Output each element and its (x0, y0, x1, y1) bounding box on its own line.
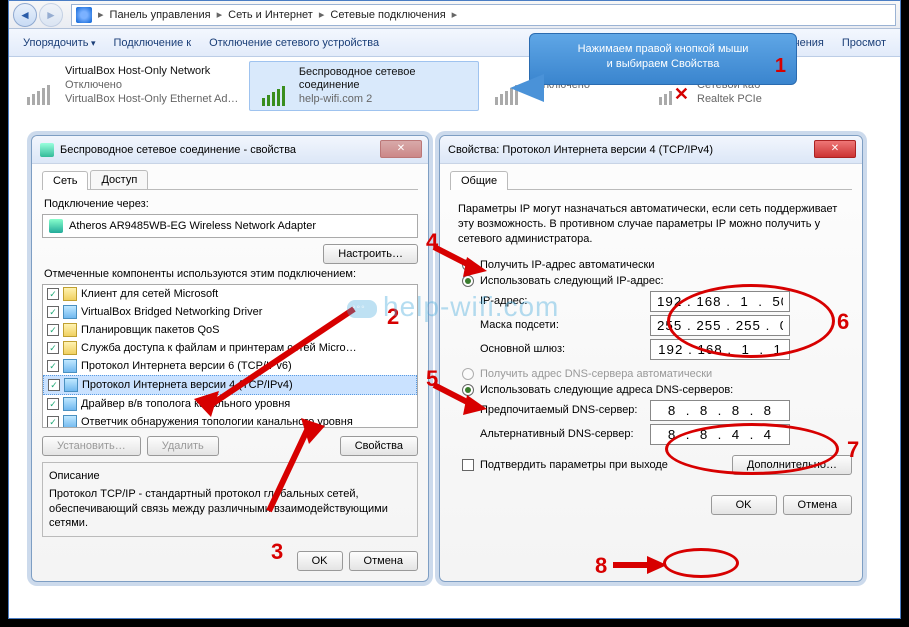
tab-general[interactable]: Общие (450, 171, 508, 190)
component-row-selected[interactable]: Протокол Интернета версии 4 (TCP/IPv4) (43, 375, 417, 395)
install-button[interactable]: Установить… (42, 436, 141, 456)
tabset: Сеть Доступ (42, 170, 418, 190)
crumb-2[interactable]: Сеть и Интернет (224, 9, 317, 21)
cancel-button[interactable]: Отмена (783, 495, 852, 515)
radio-icon (462, 259, 474, 271)
dialog-connection-properties: Беспроводное сетевое соединение - свойст… (31, 135, 429, 582)
component-icon (63, 341, 77, 355)
crumb-3[interactable]: Сетевые подключения (326, 9, 449, 21)
menu-organize[interactable]: Упорядочить (15, 33, 104, 53)
wifi-icon (254, 66, 293, 106)
radio-icon (462, 368, 474, 380)
annotation-number-6: 6 (837, 309, 849, 335)
annotation-number-1: 1 (775, 53, 786, 80)
properties-button[interactable]: Свойства (340, 436, 418, 456)
menu-view-partial[interactable]: Просмот (834, 33, 894, 53)
dialog-title: Свойства: Протокол Интернета версии 4 (T… (440, 136, 862, 164)
intro-text: Параметры IP могут назначаться автоматич… (450, 198, 852, 255)
adapter-field: Atheros AR9485WB-EG Wireless Network Ada… (42, 214, 418, 238)
component-icon (63, 397, 77, 411)
dialog-title: Беспроводное сетевое соединение - свойст… (32, 136, 428, 164)
components-label: Отмеченные компоненты используются этим … (44, 268, 418, 280)
connect-via-label: Подключение через: (44, 198, 418, 210)
adapter-icon (40, 143, 54, 157)
radio-icon (462, 275, 474, 287)
component-icon (63, 287, 77, 301)
radio-ip-manual[interactable]: Использовать следующий IP-адрес: (462, 275, 852, 287)
ip-address-input[interactable] (650, 291, 790, 312)
component-icon (63, 359, 77, 373)
crumb-1[interactable]: Панель управления (106, 9, 215, 21)
dialog-close-button[interactable]: ✕ (814, 140, 856, 158)
adapter-chip-icon (49, 219, 63, 233)
control-panel-icon (76, 7, 92, 23)
subnet-mask-input[interactable] (650, 315, 790, 336)
radio-dns-auto: Получить адрес DNS-сервера автоматически (462, 368, 852, 380)
annotation-number-3: 3 (271, 539, 283, 565)
checkbox-icon[interactable] (47, 324, 59, 336)
configure-button[interactable]: Настроить… (323, 244, 418, 264)
menu-connect-to[interactable]: Подключение к (106, 33, 200, 53)
validate-settings-checkbox[interactable]: Подтвердить параметры при выходе Дополни… (462, 455, 852, 475)
component-icon (63, 305, 77, 319)
watermark: help-wifi.com (347, 291, 559, 323)
uninstall-button[interactable]: Удалить (147, 436, 219, 456)
annotation-number-5: 5 (426, 366, 438, 392)
dns1-label: Предпочитаемый DNS-сервер: (480, 404, 650, 416)
gateway-input[interactable] (650, 339, 790, 360)
address-bar: ◄ ► ▸ Панель управления ▸ Сеть и Интерне… (9, 1, 900, 29)
tab-sharing[interactable]: Доступ (90, 170, 148, 189)
checkbox-icon[interactable] (47, 342, 59, 354)
annotation-number-8: 8 (595, 553, 607, 579)
radio-ip-auto[interactable]: Получить IP-адрес автоматически (462, 259, 852, 271)
component-icon (64, 378, 78, 392)
network-icon (19, 65, 59, 105)
description-box: Описание Протокол TCP/IP - стандартный п… (42, 462, 418, 537)
dns2-label: Альтернативный DNS-сервер: (480, 428, 650, 440)
connection-item-selected[interactable]: Беспроводное сетевое соединение help-wif… (249, 61, 479, 111)
checkbox-icon[interactable] (47, 416, 59, 428)
dialog-close-button[interactable]: ✕ (380, 140, 422, 158)
annotation-number-7: 7 (847, 437, 859, 463)
nav-forward-button[interactable]: ► (39, 3, 63, 27)
checkbox-icon (462, 459, 474, 471)
component-icon (63, 323, 77, 337)
dialog-ipv4-properties: Свойства: Протокол Интернета версии 4 (T… (439, 135, 863, 582)
annotation-number-4: 4 (426, 229, 438, 255)
checkbox-icon[interactable] (48, 379, 60, 391)
checkbox-icon[interactable] (47, 288, 59, 300)
checkbox-icon[interactable] (47, 306, 59, 318)
cancel-button[interactable]: Отмена (349, 551, 418, 571)
advanced-button[interactable]: Дополнительно… (732, 455, 852, 475)
checkbox-icon[interactable] (47, 398, 59, 410)
connection-item[interactable]: VirtualBox Host-Only Network Отключено V… (15, 61, 245, 111)
disconnected-x-icon: ✕ (674, 84, 689, 105)
breadcrumb[interactable]: ▸ Панель управления ▸ Сеть и Интернет ▸ … (71, 4, 896, 26)
dns-primary-input[interactable] (650, 400, 790, 421)
radio-icon (462, 384, 474, 396)
dns-secondary-input[interactable] (650, 424, 790, 445)
checkbox-icon[interactable] (47, 360, 59, 372)
ok-button[interactable]: OK (297, 551, 343, 571)
gateway-label: Основной шлюз: (480, 343, 650, 355)
annotation-tooltip: Нажимаем правой кнопкой мыши и выбираем … (529, 33, 797, 85)
radio-dns-manual[interactable]: Использовать следующие адреса DNS-сервер… (462, 384, 852, 396)
ok-button[interactable]: OK (711, 495, 777, 515)
component-icon (63, 415, 77, 428)
tab-network[interactable]: Сеть (42, 171, 88, 190)
menu-disable-device[interactable]: Отключение сетевого устройства (201, 33, 387, 53)
nav-back-button[interactable]: ◄ (13, 3, 37, 27)
